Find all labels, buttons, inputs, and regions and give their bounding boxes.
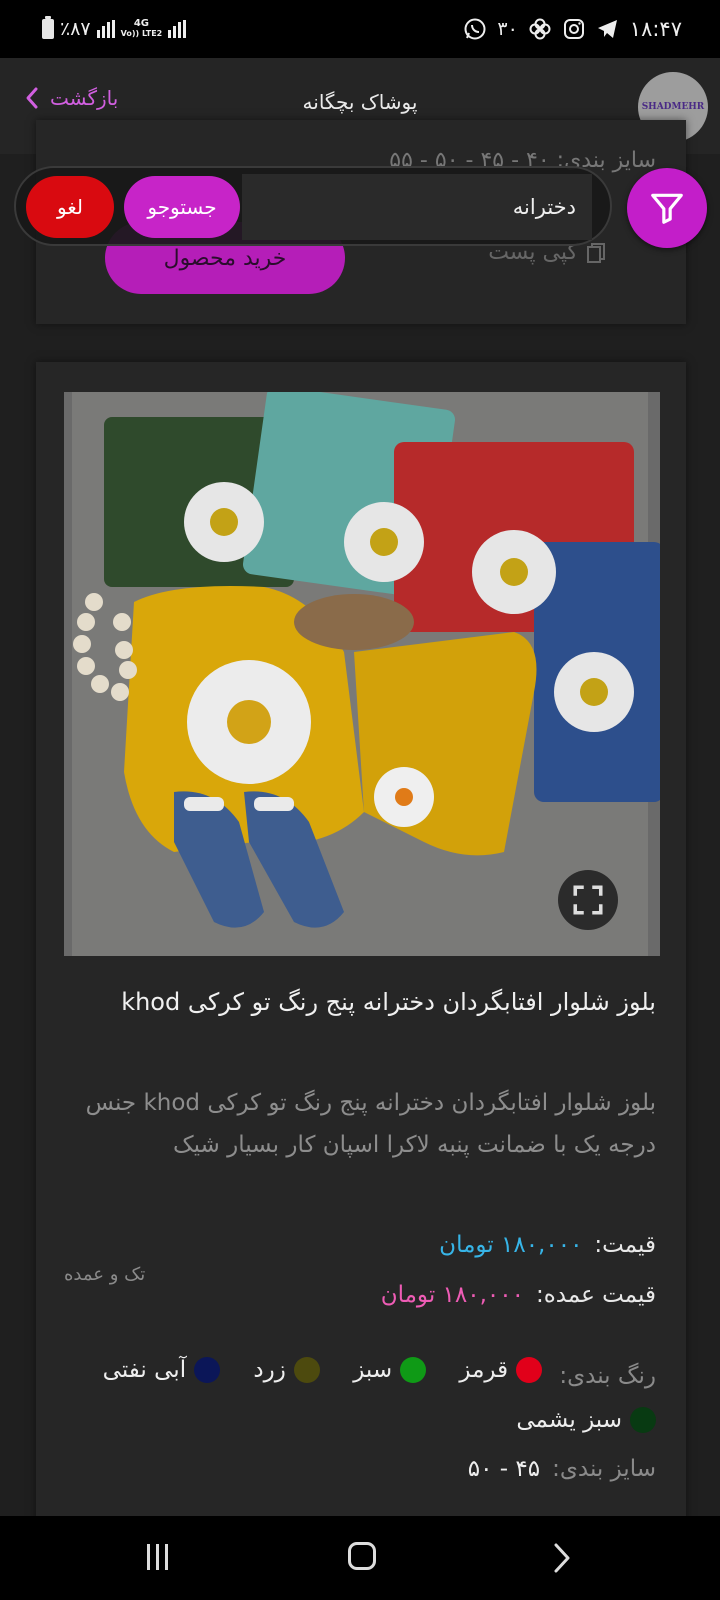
color-options: رنگ بندی: قرمز سبز زرد آبی نفتی سبز یشمی [76,1348,656,1448]
status-right: ۳۰ ۱۸:۴۷ [463,14,682,44]
color-swatch [400,1357,427,1383]
page-title: پوشاک بچگانه [302,90,418,114]
color-option[interactable]: سبز یشمی [516,1398,656,1442]
color-swatch [293,1357,320,1383]
search-button[interactable]: جستوجو [124,176,240,238]
price-row: قیمت: ۱۸۰,۰۰۰ تومان [439,1232,656,1258]
cancel-button[interactable]: لغو [26,176,114,238]
color-option[interactable]: سبز [353,1348,427,1392]
signal-icon [96,20,115,38]
battery-icon [42,16,54,39]
network-type: 4G Vo)) LTE2 [120,18,163,39]
product-image[interactable] [64,392,660,956]
status-bar: ٪۸۷ 4G Vo)) LTE2 ۳۰ ۱۸:۴۷ [0,0,720,58]
price-value: ۱۸۰,۰۰۰ تومان [439,1232,583,1258]
home-button[interactable] [348,1542,376,1570]
search-bar: دخترانه جستوجو لغو [14,166,612,246]
search-input[interactable]: دخترانه [242,174,592,240]
clock: ۱۸:۴۷ [629,17,682,41]
colors-label: رنگ بندی: [559,1363,656,1389]
battery-level: ٪۸۷ [60,18,91,40]
color-swatch [516,1357,543,1383]
sale-type: تک و عمده [64,1264,146,1285]
color-swatch [630,1407,656,1433]
product-title: بلوز شلوار افتابگردان دخترانه پنج رنگ تو… [121,988,656,1016]
color-name: سبز یشمی [516,1407,622,1433]
recent-apps-button[interactable] [147,1544,168,1570]
wholesale-value: ۱۸۰,۰۰۰ تومان [380,1282,524,1308]
chevron-right-icon [554,1543,570,1573]
status-left: ٪۸۷ 4G Vo)) LTE2 [42,16,187,42]
wholesale-price-row: قیمت عمده: ۱۸۰,۰۰۰ تومان [381,1282,656,1308]
instagram-icon [562,17,586,41]
wholesale-label: قیمت عمده: [535,1282,656,1308]
system-nav-bar [0,1516,720,1600]
size-options: سایز بندی: ۴۵ - ۵۰ [468,1456,656,1482]
filter-button[interactable] [627,168,707,248]
color-name: زرد [253,1357,286,1383]
whatsapp-icon [463,17,487,41]
product-photo [64,392,660,956]
system-back-button[interactable] [552,1542,572,1578]
product-description: بلوز شلوار افتابگردان دخترانه پنج رنگ تو… [85,1090,656,1158]
color-option[interactable]: قرمز [459,1348,543,1392]
product-card: بلوز شلوار افتابگردان دخترانه پنج رنگ تو… [36,362,686,1522]
color-name: آبی نفتی [102,1357,187,1383]
fullscreen-button[interactable] [558,870,618,930]
filter-icon [651,193,683,224]
color-name: قرمز [459,1357,509,1383]
color-option[interactable]: آبی نفتی [102,1348,221,1392]
sizes-label: سایز بندی: [552,1456,656,1482]
telegram-icon [596,17,620,41]
price-label: قیمت: [594,1232,656,1258]
sizes-value: ۴۵ - ۵۰ [467,1456,541,1482]
fullscreen-icon [573,885,603,915]
copy-icon [587,242,605,263]
color-swatch [194,1357,221,1383]
color-name: سبز [353,1357,393,1383]
notification-count: ۳۰ [497,18,518,40]
signal-icon [168,20,187,38]
pinwheel-icon [528,17,552,41]
logo-text: SHADMEHR [641,102,705,112]
color-option[interactable]: زرد [253,1348,320,1392]
